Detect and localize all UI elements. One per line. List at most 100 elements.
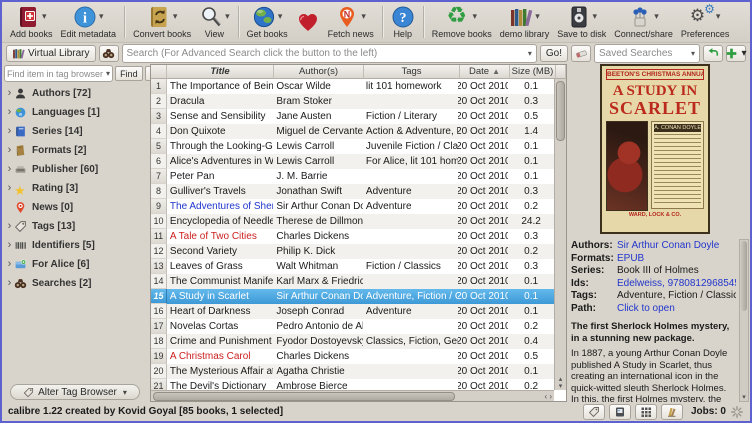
- cell-size[interactable]: 0.2: [508, 199, 554, 214]
- cell-tags[interactable]: Adventure: [363, 304, 459, 319]
- table-row[interactable]: 7Peter PanJ. M. Barrie20 Oct 20100.1: [151, 169, 554, 184]
- sidebar-item-series[interactable]: ›Series [14]: [2, 122, 148, 141]
- cell-author[interactable]: Fyodor Dostoyevsky & G...: [273, 334, 363, 349]
- chevron-down-icon[interactable]: ▾: [691, 49, 695, 58]
- jobs-spinner-icon[interactable]: [730, 405, 744, 419]
- cell-size[interactable]: 0.1: [508, 364, 554, 379]
- table-row[interactable]: 19A Christmas CarolCharles Dickens20 Oct…: [151, 349, 554, 364]
- cell-author[interactable]: Joseph Conrad: [273, 304, 363, 319]
- cell-tags[interactable]: [363, 94, 459, 109]
- cell-date[interactable]: 20 Oct 2010: [458, 109, 508, 124]
- sidebar-item-languages[interactable]: ›aLanguages [1]: [2, 103, 148, 122]
- cell-date[interactable]: 20 Oct 2010: [458, 79, 508, 94]
- cell-tags[interactable]: Adventure, Fiction / Clas...: [363, 289, 459, 304]
- find-button[interactable]: Find: [115, 66, 143, 81]
- cell-author[interactable]: Miguel de Cervantes Saa...: [273, 124, 363, 139]
- cell-date[interactable]: 20 Oct 2010: [458, 349, 508, 364]
- cell-size[interactable]: 0.5: [508, 109, 554, 124]
- table-row[interactable]: 10Encyclopedia of NeedleworkTherese de D…: [151, 214, 554, 229]
- horizontal-scrollbar[interactable]: ‹ ›: [151, 390, 554, 401]
- table-row[interactable]: 4Don QuixoteMiguel de Cervantes Saa...Ac…: [151, 124, 554, 139]
- expand-arrow-icon[interactable]: ›: [5, 108, 14, 117]
- cell-author[interactable]: Lewis Carroll: [273, 154, 363, 169]
- scrollbar-arrows[interactable]: ▴▾: [555, 376, 566, 390]
- cell-num[interactable]: 12: [151, 244, 167, 259]
- cell-date[interactable]: 20 Oct 2010: [458, 274, 508, 289]
- cell-size[interactable]: 24.2: [508, 214, 554, 229]
- cell-num[interactable]: 6: [151, 154, 167, 169]
- toggle-cover-grid-button[interactable]: [635, 404, 657, 420]
- toolbar-button-demo-library[interactable]: ▾demo library: [496, 2, 554, 42]
- toolbar-button-connect-share[interactable]: ▾Connect/share: [610, 2, 677, 42]
- cell-date[interactable]: 20 Oct 2010: [458, 169, 508, 184]
- cell-author[interactable]: Karl Marx & Friedrich Eng...: [273, 274, 363, 289]
- search-input[interactable]: Search (For Advanced Search click the bu…: [122, 44, 537, 63]
- chevron-down-icon[interactable]: ▾: [173, 11, 178, 22]
- cell-author[interactable]: Jane Austen: [273, 109, 363, 124]
- cell-size[interactable]: 0.1: [508, 274, 554, 289]
- cell-size[interactable]: 0.1: [508, 304, 554, 319]
- expand-arrow-icon[interactable]: ›: [5, 260, 14, 269]
- cell-num[interactable]: 16: [151, 304, 167, 319]
- toolbar-button-fetch-news[interactable]: N▾Fetch news: [324, 2, 378, 42]
- cell-num[interactable]: 3: [151, 109, 167, 124]
- cell-tags[interactable]: Adventure: [363, 184, 459, 199]
- cell-title[interactable]: Dracula: [167, 94, 273, 109]
- cell-tags[interactable]: [363, 169, 459, 184]
- cell-num[interactable]: 9: [151, 199, 167, 214]
- cell-author[interactable]: Therese de Dillmont: [273, 214, 363, 229]
- toolbar-button-view[interactable]: ▾View: [195, 2, 234, 42]
- cell-size[interactable]: 0.2: [508, 379, 554, 390]
- cell-author[interactable]: Charles Dickens: [273, 229, 363, 244]
- sidebar-item-authors[interactable]: ›Authors [72]: [2, 84, 148, 103]
- go-button[interactable]: Go!: [540, 45, 568, 62]
- expand-arrow-icon[interactable]: ›: [5, 89, 14, 98]
- chevron-down-icon[interactable]: ▾: [99, 11, 104, 22]
- cell-date[interactable]: 20 Oct 2010: [458, 199, 508, 214]
- toolbar-button-edit-metadata[interactable]: i▾Edit metadata: [57, 2, 121, 42]
- sidebar-item-identifiers[interactable]: ›Identifiers [5]: [2, 236, 148, 255]
- cell-title[interactable]: Don Quixote: [167, 124, 273, 139]
- cell-author[interactable]: Jonathan Swift: [273, 184, 363, 199]
- cell-size[interactable]: 0.3: [508, 259, 554, 274]
- cell-size[interactable]: 0.3: [508, 184, 554, 199]
- cell-tags[interactable]: [363, 274, 459, 289]
- expand-arrow-icon[interactable]: ›: [5, 279, 14, 288]
- chevron-down-icon[interactable]: ▾: [225, 11, 230, 22]
- cell-author[interactable]: Walt Whitman: [273, 259, 363, 274]
- book-cover[interactable]: BEETON'S CHRISTMAS ANNUAL A STUDY IN SCA…: [600, 64, 710, 234]
- chevron-down-icon[interactable]: ▾: [278, 11, 283, 22]
- cell-title[interactable]: Gulliver's Travels: [167, 184, 273, 199]
- cell-num[interactable]: 18: [151, 334, 167, 349]
- table-row[interactable]: 1The Importance of Being Ear...Oscar Wil…: [151, 79, 554, 94]
- table-row[interactable]: 17Novelas CortasPedro Antonio de Alarcón…: [151, 319, 554, 334]
- cell-title[interactable]: Novelas Cortas: [167, 319, 273, 334]
- details-scrollbar[interactable]: ▾: [739, 239, 749, 402]
- cell-title[interactable]: Second Variety: [167, 244, 273, 259]
- table-row[interactable]: 5Through the Looking-GlassLewis CarrollJ…: [151, 139, 554, 154]
- cell-size[interactable]: 0.2: [508, 319, 554, 334]
- toolbar-button-remove-books[interactable]: ♻▾Remove books: [428, 2, 496, 42]
- find-item-combo[interactable]: Find item in tag browser ▾: [4, 65, 113, 82]
- cell-date[interactable]: 20 Oct 2010: [458, 289, 508, 304]
- cell-date[interactable]: 20 Oct 2010: [458, 124, 508, 139]
- cell-size[interactable]: 0.5: [508, 349, 554, 364]
- chevron-down-icon[interactable]: ▾: [535, 11, 540, 22]
- cell-author[interactable]: Charles Dickens: [273, 349, 363, 364]
- cell-author[interactable]: Agatha Christie: [273, 364, 363, 379]
- cell-title[interactable]: Sense and Sensibility: [167, 109, 273, 124]
- virtual-library-button[interactable]: Virtual Library: [6, 45, 96, 62]
- cell-size[interactable]: 0.1: [508, 139, 554, 154]
- cell-size[interactable]: 0.1: [508, 289, 554, 304]
- copy-search-button[interactable]: [703, 45, 723, 62]
- chevron-down-icon[interactable]: ▾: [716, 11, 721, 22]
- toolbar-button-preferences[interactable]: ⚙⚙▾Preferences: [677, 2, 734, 42]
- table-row[interactable]: 21The Devil's DictionaryAmbrose Bierce20…: [151, 379, 554, 390]
- cell-date[interactable]: 20 Oct 2010: [458, 94, 508, 109]
- saved-searches-select[interactable]: Saved Searches ▾: [594, 44, 700, 63]
- field-value[interactable]: Sir Arthur Conan Doyle: [617, 240, 719, 253]
- cell-author[interactable]: Ambrose Bierce: [273, 379, 363, 390]
- cell-author[interactable]: Sir Arthur Conan Doyle: [273, 289, 363, 304]
- expand-arrow-icon[interactable]: ›: [5, 184, 14, 193]
- column-header-date[interactable]: Date▲: [460, 65, 510, 79]
